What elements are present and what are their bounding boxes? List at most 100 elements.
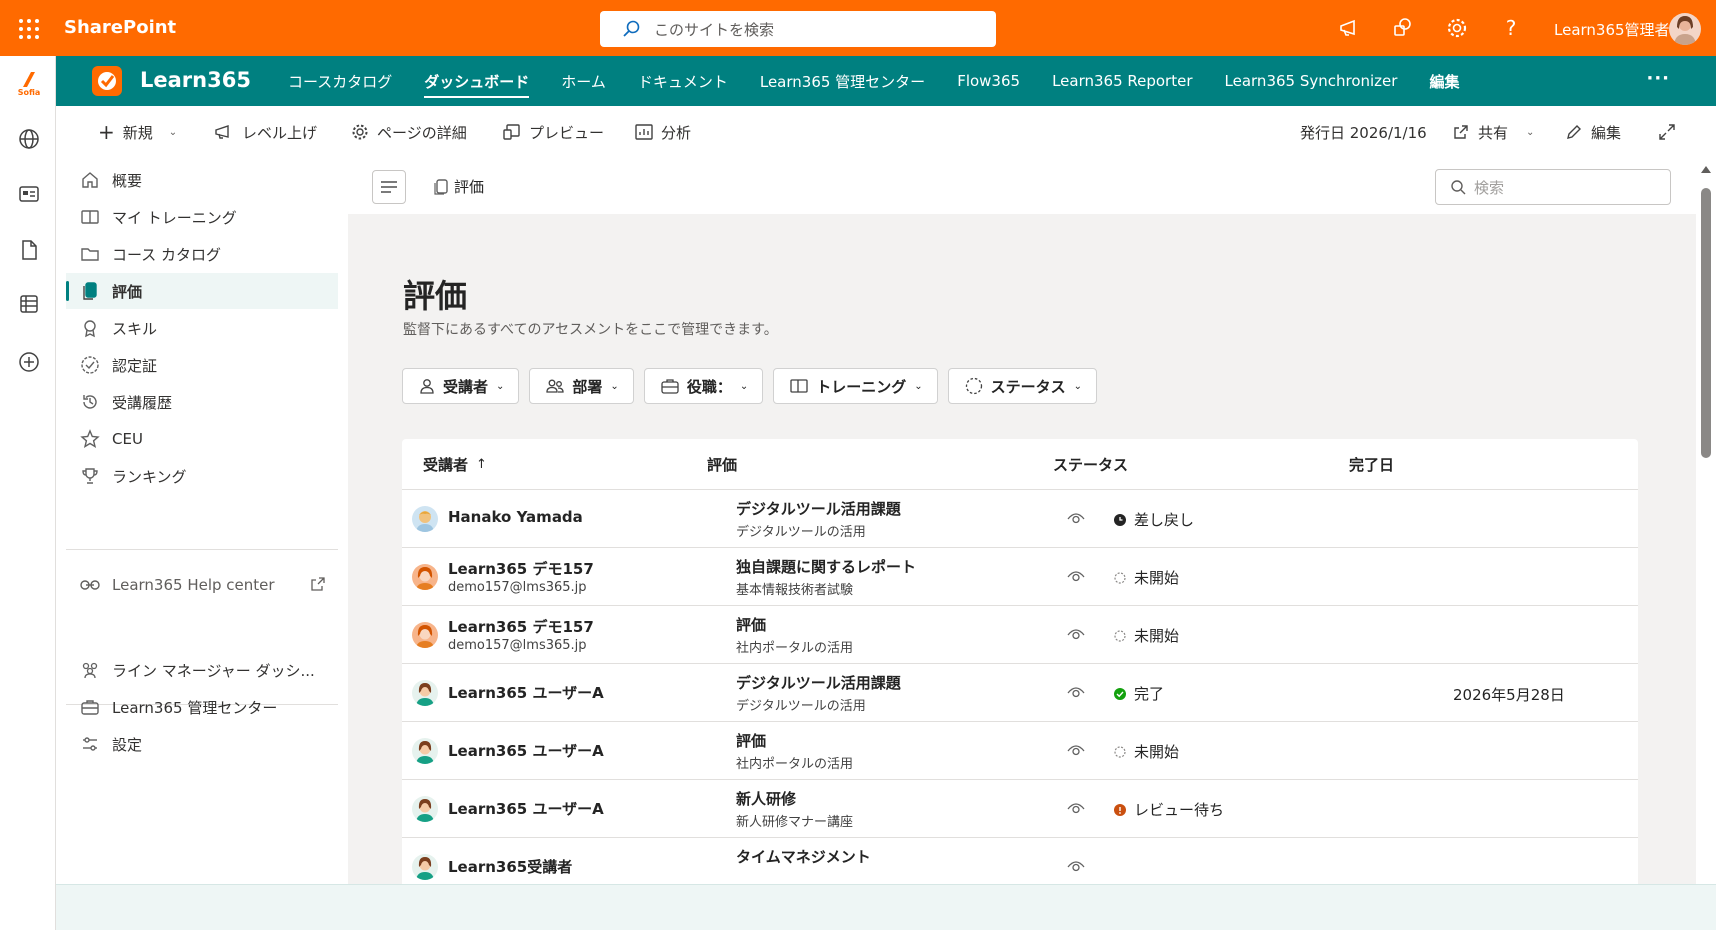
- assessment-title[interactable]: 新人研修: [736, 788, 796, 809]
- share-button[interactable]: 共有 ⌄: [1452, 106, 1534, 158]
- sidenav-item-0[interactable]: 概要: [66, 162, 338, 198]
- hub-link-1[interactable]: ダッシュボード: [424, 56, 530, 106]
- help-icon[interactable]: ?: [1499, 14, 1523, 42]
- sidenav-item-3[interactable]: 評価: [66, 273, 338, 309]
- chevron-down-icon: ⌄: [1073, 380, 1083, 392]
- edit-button[interactable]: 編集: [1565, 106, 1621, 158]
- sidenav-item-5[interactable]: 認定証: [66, 347, 338, 383]
- sidenav-item-7[interactable]: CEU: [66, 421, 338, 457]
- learner-name[interactable]: Learn365 ユーザーA: [448, 682, 604, 703]
- eye-icon[interactable]: [1067, 685, 1085, 699]
- filter-training[interactable]: トレーニング ⌄: [773, 368, 938, 404]
- hub-link-4[interactable]: Learn365 管理センター: [760, 56, 925, 106]
- filter-learner[interactable]: 受講者 ⌄: [402, 368, 520, 404]
- news-icon[interactable]: [17, 182, 41, 206]
- document-icon[interactable]: [17, 238, 41, 262]
- table-row[interactable]: Learn365 ユーザーA デジタルツール活用課題 デジタルツールの活用 完了 202…: [402, 664, 1638, 722]
- sidenav-item-label: ランキング: [112, 467, 187, 486]
- filter-department[interactable]: 部署 ⌄: [529, 368, 634, 404]
- sofia-label: Sofia: [17, 88, 41, 97]
- megaphone-icon[interactable]: [1337, 14, 1361, 42]
- eye-icon[interactable]: [1067, 511, 1085, 525]
- analytics-button[interactable]: 分析: [635, 106, 691, 158]
- table-row[interactable]: Learn365 ユーザーA 評価 社内ポータルの活用 未開始: [402, 722, 1638, 780]
- level-up-button[interactable]: レベル上げ: [214, 106, 317, 158]
- table-row[interactable]: Learn365 デモ157 demo157@lms365.jp 独自課題に関するレ…: [402, 548, 1638, 606]
- sidenav-item-1[interactable]: マイ トレーニング: [66, 199, 338, 235]
- hub-link-3[interactable]: ドキュメント: [638, 56, 728, 106]
- sharepoint-icon[interactable]: [1391, 14, 1415, 42]
- folder-icon: [80, 244, 100, 264]
- learner-name[interactable]: Learn365受講者: [448, 856, 572, 877]
- hub-link-2[interactable]: ホーム: [561, 56, 606, 106]
- hub-link-7[interactable]: Learn365 Synchronizer: [1225, 56, 1398, 106]
- hub-link-5[interactable]: Flow365: [957, 56, 1020, 106]
- assessment-title[interactable]: 独自課題に関するレポート: [736, 556, 916, 577]
- table-row[interactable]: Learn365 デモ157 demo157@lms365.jp 評価 社内ポータルの…: [402, 606, 1638, 664]
- certificate-icon: [80, 355, 100, 375]
- hub-link-0[interactable]: コースカタログ: [288, 56, 392, 106]
- menu-toggle-button[interactable]: [372, 170, 406, 204]
- eye-icon[interactable]: [1067, 627, 1085, 641]
- learner-name[interactable]: Learn365 デモ157: [448, 558, 594, 579]
- table-row[interactable]: Learn365 ユーザーA 新人研修 新人研修マナー講座 レビュー待ち: [402, 780, 1638, 838]
- column-header-assessment[interactable]: 評価: [707, 439, 737, 489]
- learner-name[interactable]: Hanako Yamada: [448, 508, 583, 526]
- sidenav-bottom-item-0[interactable]: ライン マネージャー ダッシ...: [66, 652, 338, 688]
- chevron-down-icon: ⌄: [914, 380, 923, 392]
- scrollbar-thumb[interactable]: [1701, 188, 1711, 458]
- hub-link-8[interactable]: 編集: [1429, 56, 1459, 106]
- column-header-completed[interactable]: 完了日: [1349, 439, 1394, 489]
- preview-button[interactable]: プレビュー: [503, 106, 604, 158]
- page-scrollbar[interactable]: [1696, 158, 1716, 884]
- assessment-title[interactable]: デジタルツール活用課題: [736, 498, 901, 519]
- eye-icon[interactable]: [1067, 801, 1085, 815]
- people-icon: [80, 660, 100, 680]
- assessment-title[interactable]: デジタルツール活用課題: [736, 672, 901, 693]
- help-center-link[interactable]: Learn365 Help center: [66, 567, 338, 603]
- filter-status[interactable]: ステータス ⌄: [947, 368, 1098, 404]
- table-row[interactable]: Learn365受講者 タイムマネジメント: [402, 838, 1638, 884]
- status-icon: [1114, 687, 1126, 700]
- hub-link-6[interactable]: Learn365 Reporter: [1052, 56, 1192, 106]
- column-header-status[interactable]: ステータス: [1053, 439, 1128, 489]
- page-details-button[interactable]: ページの詳細: [351, 106, 467, 158]
- expand-button[interactable]: [1658, 106, 1676, 158]
- avatar: [412, 854, 438, 880]
- globe-icon[interactable]: [17, 127, 41, 151]
- assessment-title[interactable]: 評価: [736, 614, 766, 635]
- suite-bar: SharePoint このサイトを検索 ? Learn365管理者: [0, 0, 1716, 56]
- sidenav-item-6[interactable]: 受講履歴: [66, 384, 338, 420]
- sidenav-item-2[interactable]: コース カタログ: [66, 236, 338, 272]
- learner-name[interactable]: Learn365 デモ157: [448, 616, 594, 637]
- sidenav-item-8[interactable]: ランキング: [66, 458, 338, 494]
- scroll-up-icon[interactable]: [1701, 166, 1711, 173]
- site-title[interactable]: Learn365: [140, 68, 251, 92]
- sidenav-item-4[interactable]: スキル: [66, 310, 338, 346]
- app-name[interactable]: SharePoint: [64, 17, 176, 38]
- user-name[interactable]: Learn365管理者: [1554, 19, 1670, 40]
- site-logo[interactable]: [92, 66, 122, 96]
- sidenav-bottom-item-2[interactable]: 設定: [66, 726, 338, 762]
- add-circle-icon[interactable]: [17, 350, 41, 374]
- user-avatar[interactable]: [1669, 13, 1701, 45]
- gear-icon[interactable]: [1445, 14, 1469, 42]
- sofia-logo[interactable]: Sofia: [14, 70, 44, 100]
- learner-name[interactable]: Learn365 ユーザーA: [448, 798, 604, 819]
- list-icon[interactable]: [17, 292, 41, 316]
- eye-icon[interactable]: [1067, 859, 1085, 873]
- table-row[interactable]: Hanako Yamada デジタルツール活用課題 デジタルツールの活用 差し戻し: [402, 490, 1638, 548]
- assessment-title[interactable]: 評価: [736, 730, 766, 751]
- eye-icon[interactable]: [1067, 743, 1085, 757]
- filter-position[interactable]: 役職： ⌄: [643, 368, 764, 404]
- column-header-learner[interactable]: 受講者 ↑: [423, 439, 487, 489]
- site-search-box[interactable]: このサイトを検索: [600, 11, 996, 47]
- assessment-title[interactable]: タイムマネジメント: [736, 846, 871, 867]
- more-icon[interactable]: ···: [1646, 68, 1670, 89]
- new-button[interactable]: + 新規 ⌄: [98, 106, 177, 158]
- app-launcher-icon[interactable]: [18, 18, 40, 40]
- sidenav-bottom-item-1[interactable]: Learn365 管理センター: [66, 689, 338, 725]
- content-search-box[interactable]: 検索: [1435, 169, 1671, 205]
- learner-name[interactable]: Learn365 ユーザーA: [448, 740, 604, 761]
- eye-icon[interactable]: [1067, 569, 1085, 583]
